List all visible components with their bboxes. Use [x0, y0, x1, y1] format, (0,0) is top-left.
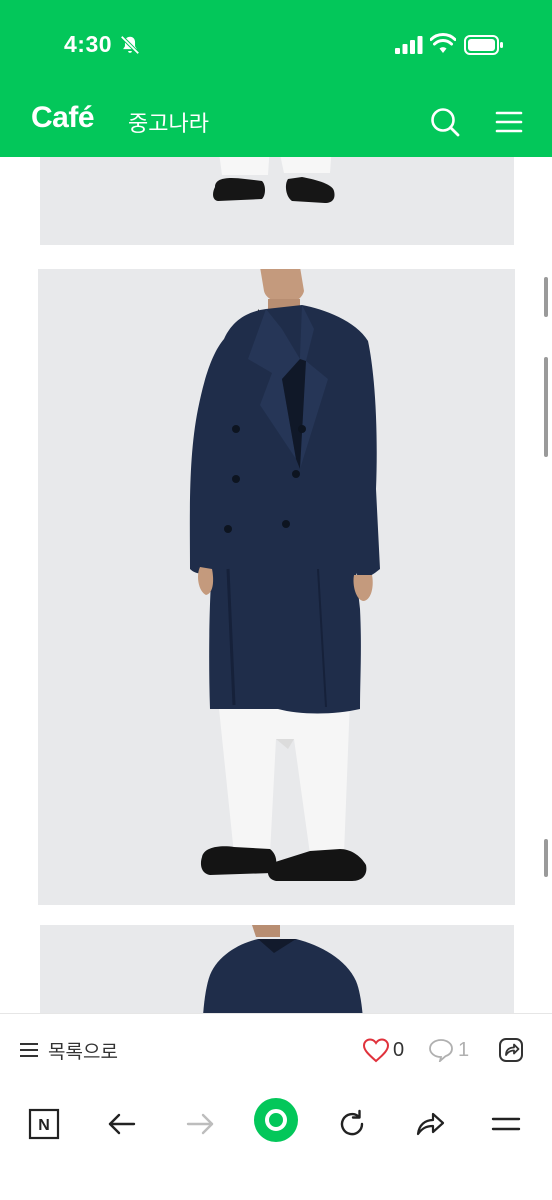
like-count: 0 — [393, 1038, 405, 1061]
scroll-indicator — [544, 839, 548, 877]
menu-icon[interactable] — [486, 1104, 526, 1144]
wifi-icon — [430, 33, 456, 53]
comment-button[interactable]: 1 — [428, 1036, 469, 1064]
reload-icon[interactable] — [332, 1104, 372, 1144]
product-photo-legs[interactable] — [40, 157, 514, 245]
product-photo-coat[interactable] — [38, 269, 515, 905]
article-content[interactable] — [0, 157, 552, 1013]
cafe-name[interactable]: 중고나라 — [128, 106, 209, 138]
share-arrow-icon[interactable] — [410, 1104, 450, 1144]
like-button[interactable]: 0 — [362, 1036, 404, 1064]
app-bar: Café 중고나라 — [0, 90, 552, 157]
back-to-list-button[interactable]: 목록으로 — [18, 1036, 118, 1064]
battery-icon — [464, 35, 503, 55]
forward-arrow-icon[interactable] — [180, 1104, 220, 1144]
home-ring — [265, 1109, 287, 1131]
status-bar: 4:30 — [0, 0, 552, 90]
scroll-indicator — [544, 277, 548, 317]
article-toolbar: 목록으로 0 1 — [0, 1013, 552, 1085]
search-icon[interactable] — [428, 105, 462, 139]
bell-slash-icon — [120, 35, 140, 55]
svg-text:N: N — [38, 1117, 50, 1134]
top-header: 4:30 Café 중고나라 — [0, 0, 552, 157]
scroll-indicator[interactable] — [544, 357, 548, 457]
back-to-list-label: 목록으로 — [48, 1041, 118, 1063]
comment-count: 1 — [458, 1038, 470, 1061]
back-arrow-icon[interactable] — [102, 1104, 142, 1144]
comment-icon — [429, 1039, 453, 1062]
home-green-icon[interactable] — [254, 1098, 298, 1142]
heart-icon — [362, 1038, 390, 1063]
signal-icon — [395, 36, 423, 54]
product-photo-coat-back[interactable] — [40, 925, 514, 1013]
list-icon — [20, 1043, 38, 1057]
browser-nav-bar: N — [0, 1084, 552, 1200]
status-time: 4:30 — [64, 31, 113, 57]
hamburger-icon[interactable] — [494, 107, 524, 137]
naver-n-icon[interactable]: N — [24, 1104, 64, 1144]
share-icon[interactable] — [497, 1036, 525, 1064]
cafe-logo[interactable]: Café — [31, 101, 95, 135]
